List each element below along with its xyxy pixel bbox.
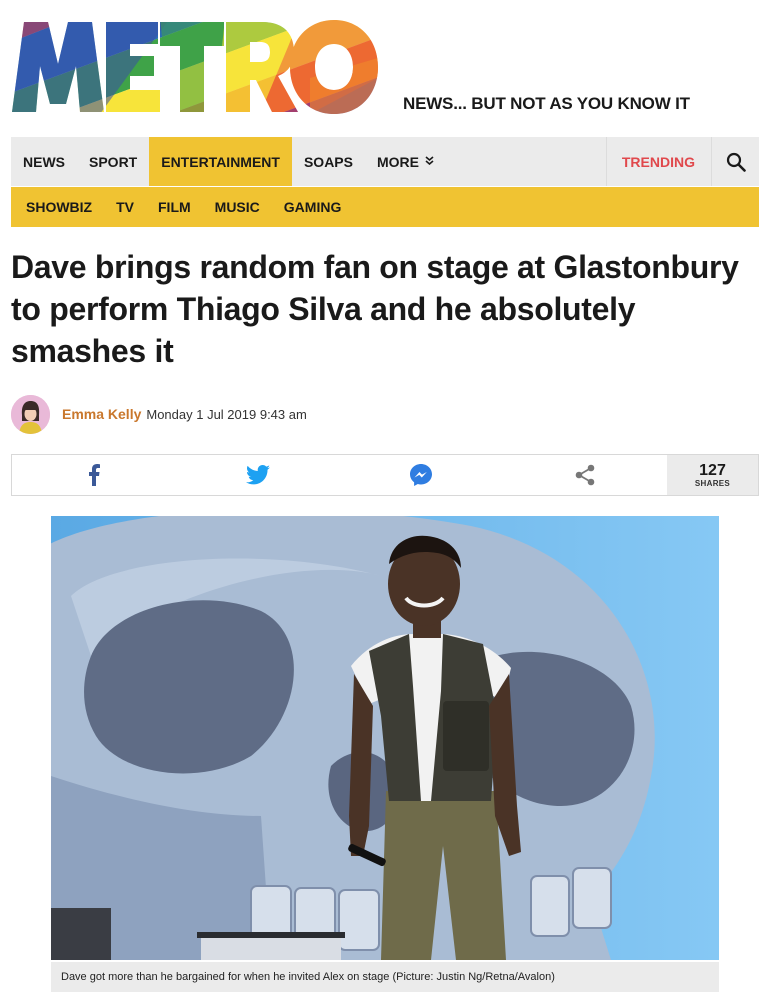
search-button[interactable]: [711, 137, 759, 186]
share-count: 127 SHARES: [667, 455, 758, 495]
share-twitter-button[interactable]: [176, 455, 340, 495]
metro-logo[interactable]: [10, 18, 378, 119]
share-count-label: SHARES: [694, 479, 731, 488]
share-messenger-button[interactable]: [340, 455, 504, 495]
share-icon: [575, 464, 595, 486]
secondary-nav: SHOWBIZ TV FILM MUSIC GAMING: [11, 187, 759, 227]
nav-item-more-label: MORE: [376, 153, 419, 170]
nav-item-sport[interactable]: SPORT: [77, 137, 149, 186]
subnav-item-tv[interactable]: TV: [104, 199, 146, 215]
share-generic-button[interactable]: [503, 455, 667, 495]
metro-logo-graphic: [12, 20, 378, 114]
share-count-number: 127: [699, 462, 726, 479]
search-icon: [726, 152, 746, 172]
share-facebook-button[interactable]: [12, 455, 176, 495]
nav-item-more[interactable]: MORE: [365, 137, 446, 186]
author-avatar[interactable]: [11, 394, 50, 434]
byline: Emma Kelly Monday 1 Jul 2019 9:43 am: [11, 394, 307, 434]
dave-on-stage-photo: [51, 516, 719, 960]
nav-item-soaps[interactable]: SOAPS: [292, 137, 365, 186]
chevron-double-down-icon: [425, 155, 434, 168]
messenger-icon: [410, 464, 433, 486]
image-caption: Dave got more than he bargained for when…: [51, 962, 719, 992]
publish-date: Monday 1 Jul 2019 9:43 am: [146, 406, 307, 422]
nav-item-entertainment[interactable]: ENTERTAINMENT: [149, 137, 292, 186]
nav-item-news[interactable]: NEWS: [11, 137, 77, 186]
article-headline: Dave brings random fan on stage at Glast…: [11, 249, 739, 369]
twitter-icon: [245, 465, 270, 485]
nav-item-trending[interactable]: TRENDING: [605, 137, 711, 186]
primary-nav: NEWS SPORT ENTERTAINMENT SOAPS MORE TREN…: [11, 137, 759, 186]
subnav-item-music[interactable]: MUSIC: [203, 199, 272, 215]
facebook-icon: [88, 464, 100, 486]
subnav-item-gaming[interactable]: GAMING: [272, 199, 354, 215]
article-image[interactable]: f P: [51, 516, 719, 960]
tagline: NEWS... BUT NOT AS YOU KNOW IT: [403, 94, 690, 113]
subnav-item-showbiz[interactable]: SHOWBIZ: [14, 199, 104, 215]
author-name[interactable]: Emma Kelly: [62, 406, 141, 422]
subnav-item-film[interactable]: FILM: [146, 199, 203, 215]
share-bar: 127 SHARES: [11, 454, 759, 496]
masthead: NEWS... BUT NOT AS YOU KNOW IT: [0, 0, 774, 135]
